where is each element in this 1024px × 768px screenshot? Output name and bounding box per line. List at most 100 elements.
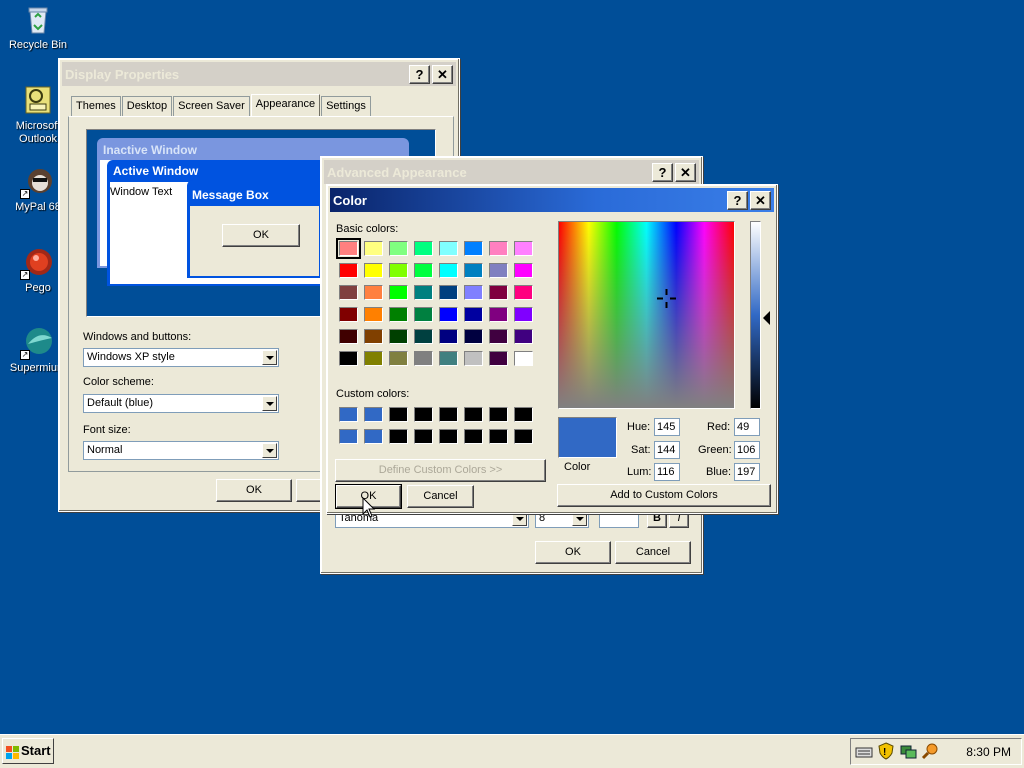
- color-swatch[interactable]: [364, 351, 383, 366]
- color-swatch[interactable]: [364, 263, 383, 278]
- color-swatch[interactable]: [464, 263, 483, 278]
- chevron-down-icon[interactable]: [262, 396, 277, 411]
- luminosity-pointer-icon[interactable]: [763, 311, 770, 325]
- color-swatch[interactable]: [464, 429, 483, 444]
- lum-input[interactable]: 116: [654, 463, 680, 481]
- network-icon[interactable]: [899, 742, 917, 760]
- color-swatch[interactable]: [489, 407, 508, 422]
- color-swatch[interactable]: [339, 329, 358, 344]
- sat-input[interactable]: 144: [654, 441, 680, 459]
- color-spectrum[interactable]: [558, 221, 735, 409]
- color-swatch[interactable]: [336, 238, 361, 259]
- tab-desktop[interactable]: Desktop: [121, 96, 173, 116]
- help-button[interactable]: ?: [727, 191, 748, 210]
- color-swatch[interactable]: [364, 285, 383, 300]
- color-swatch[interactable]: [364, 241, 383, 256]
- cancel-button[interactable]: Cancel: [615, 541, 691, 564]
- ok-button[interactable]: OK: [535, 541, 611, 564]
- keyboard-icon[interactable]: [855, 742, 873, 760]
- color-swatch[interactable]: [439, 241, 458, 256]
- color-swatch[interactable]: [389, 307, 408, 322]
- cancel-button[interactable]: Cancel: [407, 485, 474, 508]
- tab-themes[interactable]: Themes: [71, 96, 121, 116]
- color-swatch[interactable]: [514, 429, 533, 444]
- color-swatch[interactable]: [339, 429, 358, 444]
- luminosity-bar[interactable]: [750, 221, 761, 409]
- color-swatch[interactable]: [414, 407, 433, 422]
- security-shield-icon[interactable]: !: [877, 742, 895, 760]
- color-swatch[interactable]: [514, 407, 533, 422]
- title-bar[interactable]: Advanced Appearance ? ✕: [324, 160, 699, 184]
- color-swatch[interactable]: [364, 307, 383, 322]
- start-button[interactable]: Start: [2, 738, 54, 764]
- color-swatch[interactable]: [414, 351, 433, 366]
- color-swatch[interactable]: [514, 307, 533, 322]
- color-swatch[interactable]: [339, 407, 358, 422]
- color-swatch[interactable]: [514, 263, 533, 278]
- color-swatch[interactable]: [389, 263, 408, 278]
- color-swatch[interactable]: [489, 429, 508, 444]
- define-custom-colors-button[interactable]: Define Custom Colors >>: [335, 459, 546, 482]
- color-swatch[interactable]: [414, 429, 433, 444]
- clock[interactable]: 8:30 PM: [966, 745, 1011, 759]
- color-swatch[interactable]: [464, 307, 483, 322]
- color-swatch[interactable]: [364, 407, 383, 422]
- color-swatch[interactable]: [439, 407, 458, 422]
- color-swatch[interactable]: [364, 429, 383, 444]
- color-swatch[interactable]: [439, 285, 458, 300]
- color-swatch[interactable]: [464, 407, 483, 422]
- add-to-custom-colors-button[interactable]: Add to Custom Colors: [557, 484, 771, 507]
- color-swatch[interactable]: [414, 307, 433, 322]
- tab-screen-saver[interactable]: Screen Saver: [173, 96, 250, 116]
- color-swatch[interactable]: [489, 329, 508, 344]
- color-swatch[interactable]: [439, 263, 458, 278]
- color-swatch[interactable]: [389, 351, 408, 366]
- hue-input[interactable]: 145: [654, 418, 680, 436]
- help-button[interactable]: ?: [652, 163, 673, 182]
- red-input[interactable]: 49: [734, 418, 760, 436]
- color-swatch[interactable]: [339, 351, 358, 366]
- color-swatch[interactable]: [339, 285, 358, 300]
- color-swatch[interactable]: [389, 241, 408, 256]
- color-swatch[interactable]: [514, 351, 533, 366]
- color-swatch[interactable]: [439, 429, 458, 444]
- desktop-icon-recycle-bin[interactable]: Recycle Bin: [0, 3, 76, 52]
- color-swatch[interactable]: [414, 263, 433, 278]
- color-swatch[interactable]: [414, 285, 433, 300]
- color-swatch[interactable]: [439, 307, 458, 322]
- chevron-down-icon[interactable]: [262, 350, 277, 365]
- color-swatch[interactable]: [514, 241, 533, 256]
- color-swatch[interactable]: [414, 241, 433, 256]
- color-scheme-select[interactable]: Default (blue): [83, 394, 279, 413]
- color-swatch[interactable]: [514, 285, 533, 300]
- close-button[interactable]: ✕: [750, 191, 771, 210]
- ok-button[interactable]: OK: [216, 479, 292, 502]
- title-bar[interactable]: Display Properties ? ✕: [62, 62, 456, 86]
- color-swatch[interactable]: [489, 307, 508, 322]
- color-swatch[interactable]: [389, 407, 408, 422]
- color-swatch[interactable]: [439, 329, 458, 344]
- font-size-select[interactable]: Normal: [83, 441, 279, 460]
- color-swatch[interactable]: [339, 307, 358, 322]
- color-swatch[interactable]: [464, 329, 483, 344]
- color-swatch[interactable]: [389, 285, 408, 300]
- windows-and-buttons-select[interactable]: Windows XP style: [83, 348, 279, 367]
- color-swatch[interactable]: [464, 285, 483, 300]
- green-input[interactable]: 106: [734, 441, 760, 459]
- color-swatch[interactable]: [489, 351, 508, 366]
- tab-appearance[interactable]: Appearance: [250, 94, 321, 116]
- search-icon[interactable]: [921, 742, 939, 760]
- blue-input[interactable]: 197: [734, 463, 760, 481]
- color-swatch[interactable]: [464, 241, 483, 256]
- color-swatch[interactable]: [489, 285, 508, 300]
- color-swatch[interactable]: [489, 263, 508, 278]
- close-button[interactable]: ✕: [432, 65, 453, 84]
- chevron-down-icon[interactable]: [262, 443, 277, 458]
- close-button[interactable]: ✕: [675, 163, 696, 182]
- color-swatch[interactable]: [389, 429, 408, 444]
- color-swatch[interactable]: [514, 329, 533, 344]
- color-swatch[interactable]: [339, 263, 358, 278]
- tab-settings[interactable]: Settings: [321, 96, 371, 116]
- color-swatch[interactable]: [489, 241, 508, 256]
- color-swatch[interactable]: [464, 351, 483, 366]
